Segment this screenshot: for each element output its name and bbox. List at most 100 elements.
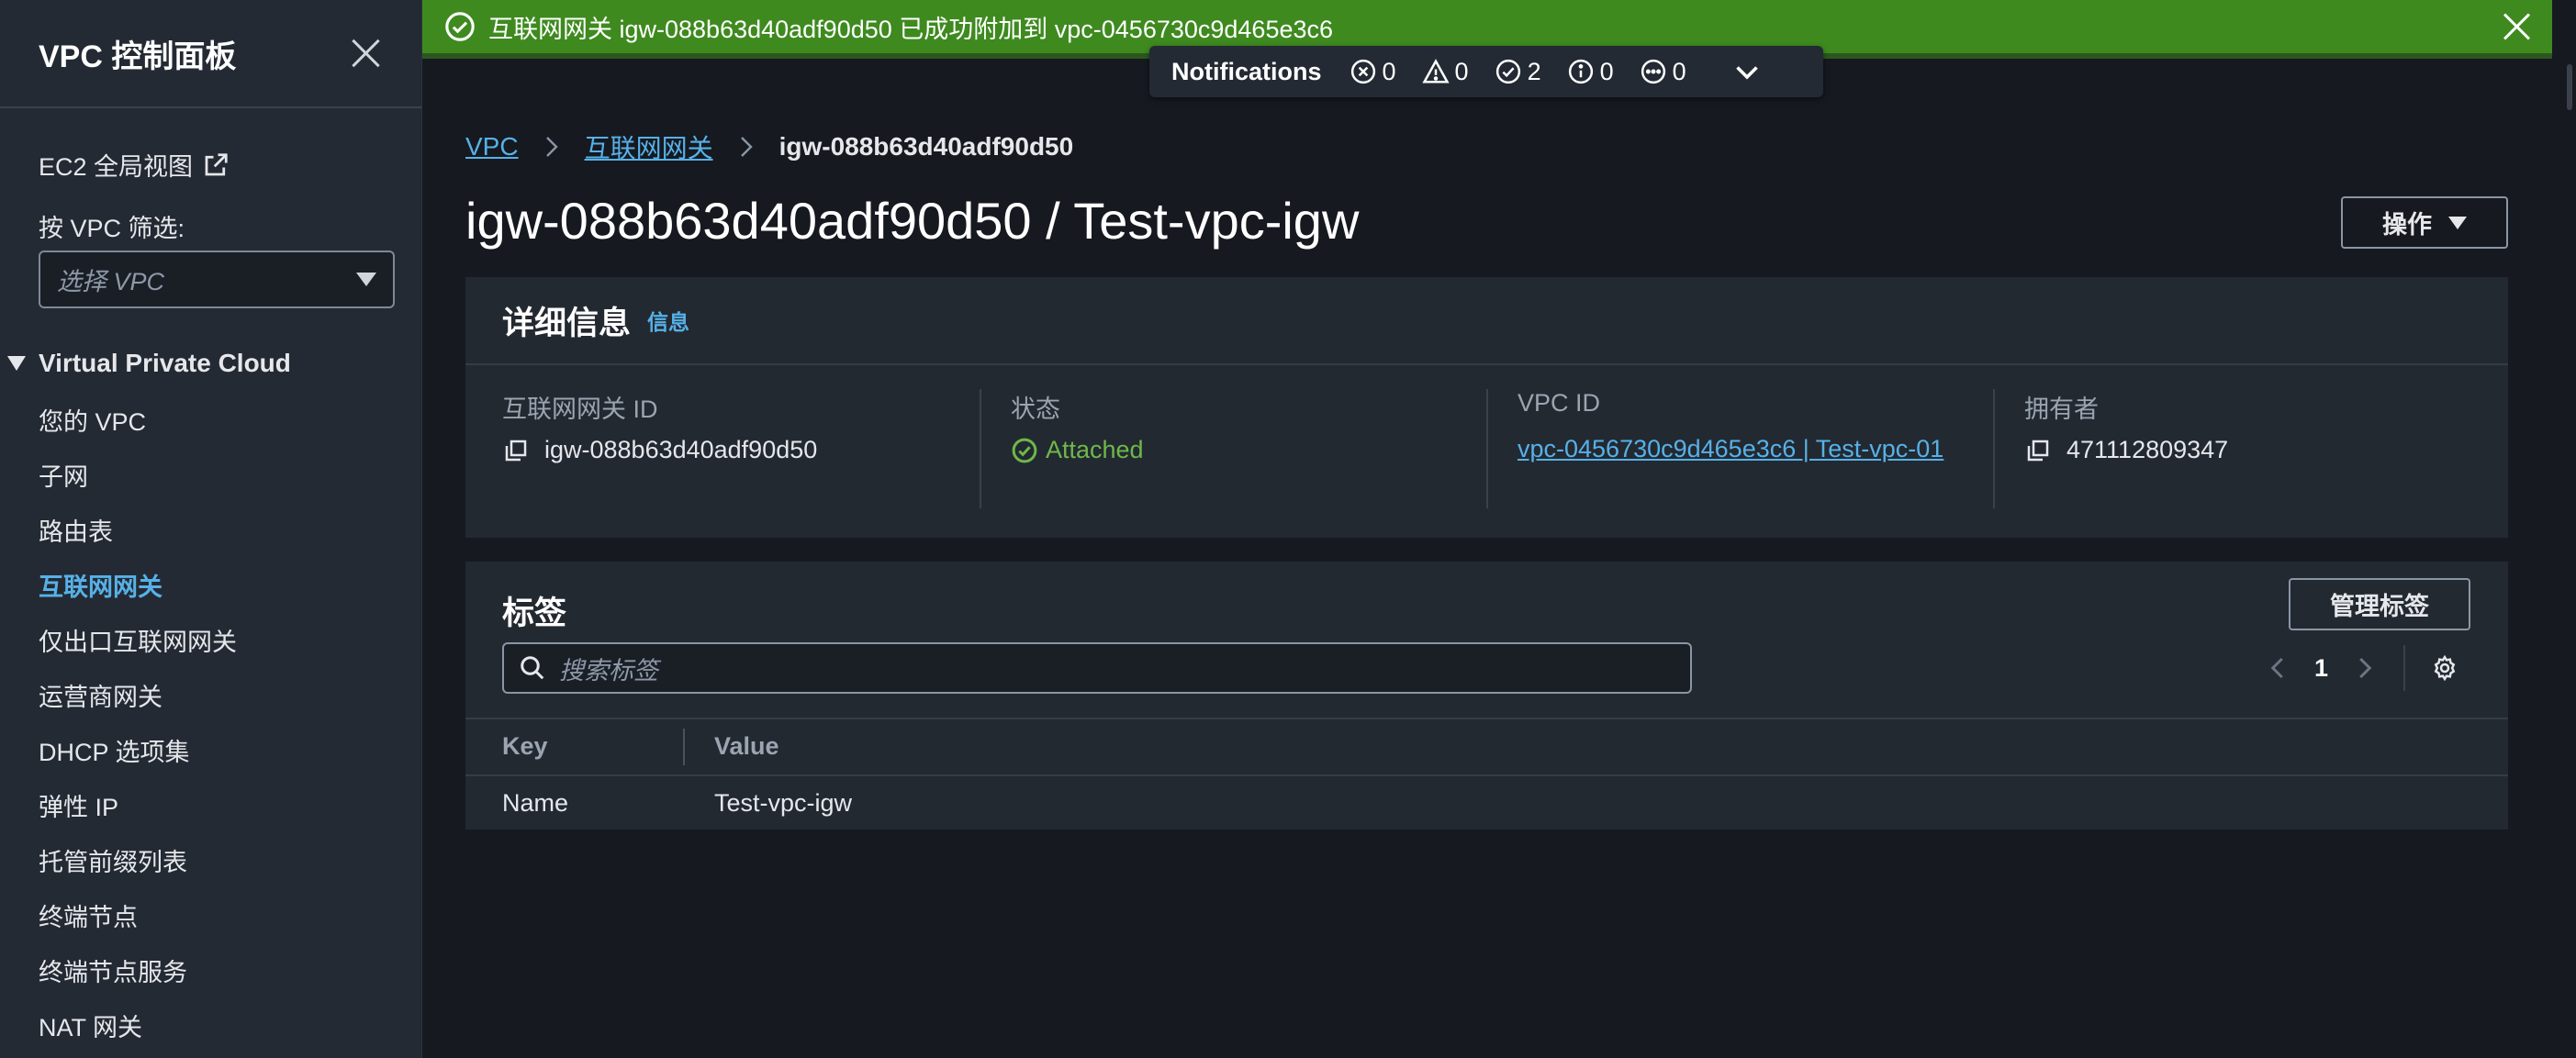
success-icon xyxy=(1495,59,1520,84)
scrollbar-track[interactable] xyxy=(2554,0,2576,1058)
details-title: 详细信息 xyxy=(502,305,632,341)
chevron-right-icon xyxy=(740,137,753,157)
tags-panel: 标签 管理标签 搜索标签 1 Key Value Name Test-vpc-i… xyxy=(465,562,2508,830)
chevron-right-icon xyxy=(545,137,558,157)
copy-icon[interactable] xyxy=(2024,437,2052,464)
column-divider xyxy=(1993,389,1995,508)
vpc-id-link[interactable]: vpc-0456730c9d465e3c6 | Test-vpc-01 xyxy=(1518,429,1958,469)
table-row: Name Test-vpc-igw xyxy=(465,776,2508,830)
in-progress-icon xyxy=(1641,59,1665,84)
success-check-icon xyxy=(1012,438,1037,462)
breadcrumb-current: igw-088b63d40adf90d50 xyxy=(778,132,1074,161)
sidebar-item-elastic-ips[interactable]: 弹性 IP xyxy=(39,789,237,844)
flash-message: 互联网网关 igw-088b63d40adf90d50 已成功附加到 vpc-0… xyxy=(488,15,1334,43)
info-link[interactable]: 信息 xyxy=(647,305,689,336)
caret-down-icon xyxy=(2448,216,2467,229)
details-header: 详细信息 信息 xyxy=(465,277,2508,365)
column-divider xyxy=(980,389,981,508)
warning-icon xyxy=(1421,59,1450,84)
sidebar-header: VPC 控制面板 xyxy=(0,0,421,108)
owner-value-row: 471112809347 xyxy=(2024,436,2228,464)
info-count-value: 0 xyxy=(1599,57,1614,85)
sidebar-item-dhcp-option-sets[interactable]: DHCP 选项集 xyxy=(39,734,237,789)
section-virtual-private-cloud[interactable]: Virtual Private Cloud xyxy=(7,349,291,378)
warning-count[interactable]: 0 xyxy=(1421,57,1469,86)
success-count-value: 2 xyxy=(1527,57,1541,85)
vpc-filter-placeholder: 选择 VPC xyxy=(57,268,165,295)
caret-down-icon xyxy=(356,273,376,286)
warning-count-value: 0 xyxy=(1454,57,1469,85)
search-icon xyxy=(521,656,544,680)
igw-id-value-row: igw-088b63d40adf90d50 xyxy=(502,436,817,464)
tags-search-input[interactable]: 搜索标签 xyxy=(502,642,1692,694)
sidebar: VPC 控制面板 EC2 全局视图 按 VPC 筛选: 选择 VPC Virtu… xyxy=(0,0,422,1058)
owner-field: 拥有者 471112809347 xyxy=(2024,389,2228,464)
details-panel: 详细信息 信息 互联网网关 ID igw-088b63d40adf90d50 状… xyxy=(465,277,2508,538)
chevron-left-icon[interactable] xyxy=(2265,654,2292,682)
vpc-id-label: VPC ID xyxy=(1518,389,1601,417)
sidebar-item-nat-gateways[interactable]: NAT 网关 xyxy=(39,1009,237,1058)
error-count-value: 0 xyxy=(1382,57,1396,85)
close-icon[interactable] xyxy=(350,37,383,70)
sidebar-item-subnets[interactable]: 子网 xyxy=(39,459,237,514)
sidebar-title: VPC 控制面板 xyxy=(39,39,237,74)
success-check-icon xyxy=(445,12,475,41)
owner-value: 471112809347 xyxy=(2066,436,2229,463)
state-value-row: Attached xyxy=(1011,436,1144,464)
close-icon[interactable] xyxy=(2501,9,2534,42)
copy-icon[interactable] xyxy=(502,437,530,464)
ec2-global-view-label[interactable]: EC2 全局视图 xyxy=(39,147,193,183)
column-resizer[interactable] xyxy=(683,729,685,765)
success-count[interactable]: 2 xyxy=(1495,58,1541,86)
state-label: 状态 xyxy=(1011,395,1060,423)
ec2-global-view-link[interactable]: EC2 全局视图 xyxy=(39,147,230,183)
tag-value-cell: Test-vpc-igw xyxy=(714,789,853,817)
error-count[interactable]: 0 xyxy=(1350,58,1396,86)
tags-table-header: Key Value xyxy=(465,718,2508,776)
state-value: Attached xyxy=(1046,436,1144,463)
state-field: 状态 Attached xyxy=(1011,389,1144,464)
info-count[interactable]: 0 xyxy=(1567,58,1614,86)
section-label: Virtual Private Cloud xyxy=(39,349,291,377)
vpc-filter-label: 按 VPC 筛选: xyxy=(39,215,185,242)
owner-label: 拥有者 xyxy=(2024,395,2099,423)
gear-icon[interactable] xyxy=(2431,654,2458,682)
column-divider xyxy=(1486,389,1488,508)
vpc-filter-select[interactable]: 选择 VPC xyxy=(39,251,395,308)
vpc-id-field: VPC ID vpc-0456730c9d465e3c6 | Test-vpc-… xyxy=(1518,389,1958,469)
info-icon xyxy=(1568,59,1593,84)
igw-id-field: 互联网网关 ID igw-088b63d40adf90d50 xyxy=(502,389,817,464)
pager-divider xyxy=(2403,645,2406,691)
column-header-key[interactable]: Key xyxy=(502,732,548,761)
notifications-label: Notifications xyxy=(1171,57,1322,85)
manage-tags-button[interactable]: 管理标签 xyxy=(2289,578,2470,630)
page-title: igw-088b63d40adf90d50 / Test-vpc-igw xyxy=(465,192,1360,250)
actions-button[interactable]: 操作 xyxy=(2341,196,2508,249)
sidebar-item-managed-prefix-lists[interactable]: 托管前缀列表 xyxy=(39,844,237,899)
sidebar-item-egress-only-igw[interactable]: 仅出口互联网网关 xyxy=(39,624,237,679)
igw-id-value: igw-088b63d40adf90d50 xyxy=(544,436,818,463)
details-body: 互联网网关 ID igw-088b63d40adf90d50 状态 Attach… xyxy=(465,365,2508,538)
notifications-bar[interactable]: Notifications 0 0 2 0 0 xyxy=(1149,46,1823,97)
current-page[interactable]: 1 xyxy=(2314,654,2328,683)
chevron-down-icon[interactable] xyxy=(1730,55,1764,88)
sidebar-item-carrier-gateways[interactable]: 运营商网关 xyxy=(39,679,237,734)
pagination: 1 xyxy=(2265,642,2458,694)
column-header-value[interactable]: Value xyxy=(714,732,779,761)
caret-down-icon xyxy=(7,356,26,371)
tag-key-cell: Name xyxy=(502,789,569,817)
sidebar-item-your-vpcs[interactable]: 您的 VPC xyxy=(39,404,237,459)
sidebar-nav: 您的 VPC 子网 路由表 互联网网关 仅出口互联网网关 运营商网关 DHCP … xyxy=(39,404,237,1058)
tags-title: 标签 xyxy=(502,596,567,631)
search-placeholder: 搜索标签 xyxy=(559,656,658,685)
in-progress-count[interactable]: 0 xyxy=(1640,58,1686,86)
sidebar-item-endpoint-services[interactable]: 终端节点服务 xyxy=(39,954,237,1009)
sidebar-item-route-tables[interactable]: 路由表 xyxy=(39,514,237,569)
chevron-right-icon[interactable] xyxy=(2350,654,2378,682)
sidebar-item-endpoints[interactable]: 终端节点 xyxy=(39,899,237,954)
scrollbar-thumb[interactable] xyxy=(2567,64,2572,110)
breadcrumb-internet-gateways[interactable]: 互联网网关 xyxy=(585,128,713,165)
breadcrumb-vpc[interactable]: VPC xyxy=(465,132,519,161)
sidebar-item-internet-gateways[interactable]: 互联网网关 xyxy=(39,569,237,624)
in-progress-count-value: 0 xyxy=(1672,57,1686,85)
